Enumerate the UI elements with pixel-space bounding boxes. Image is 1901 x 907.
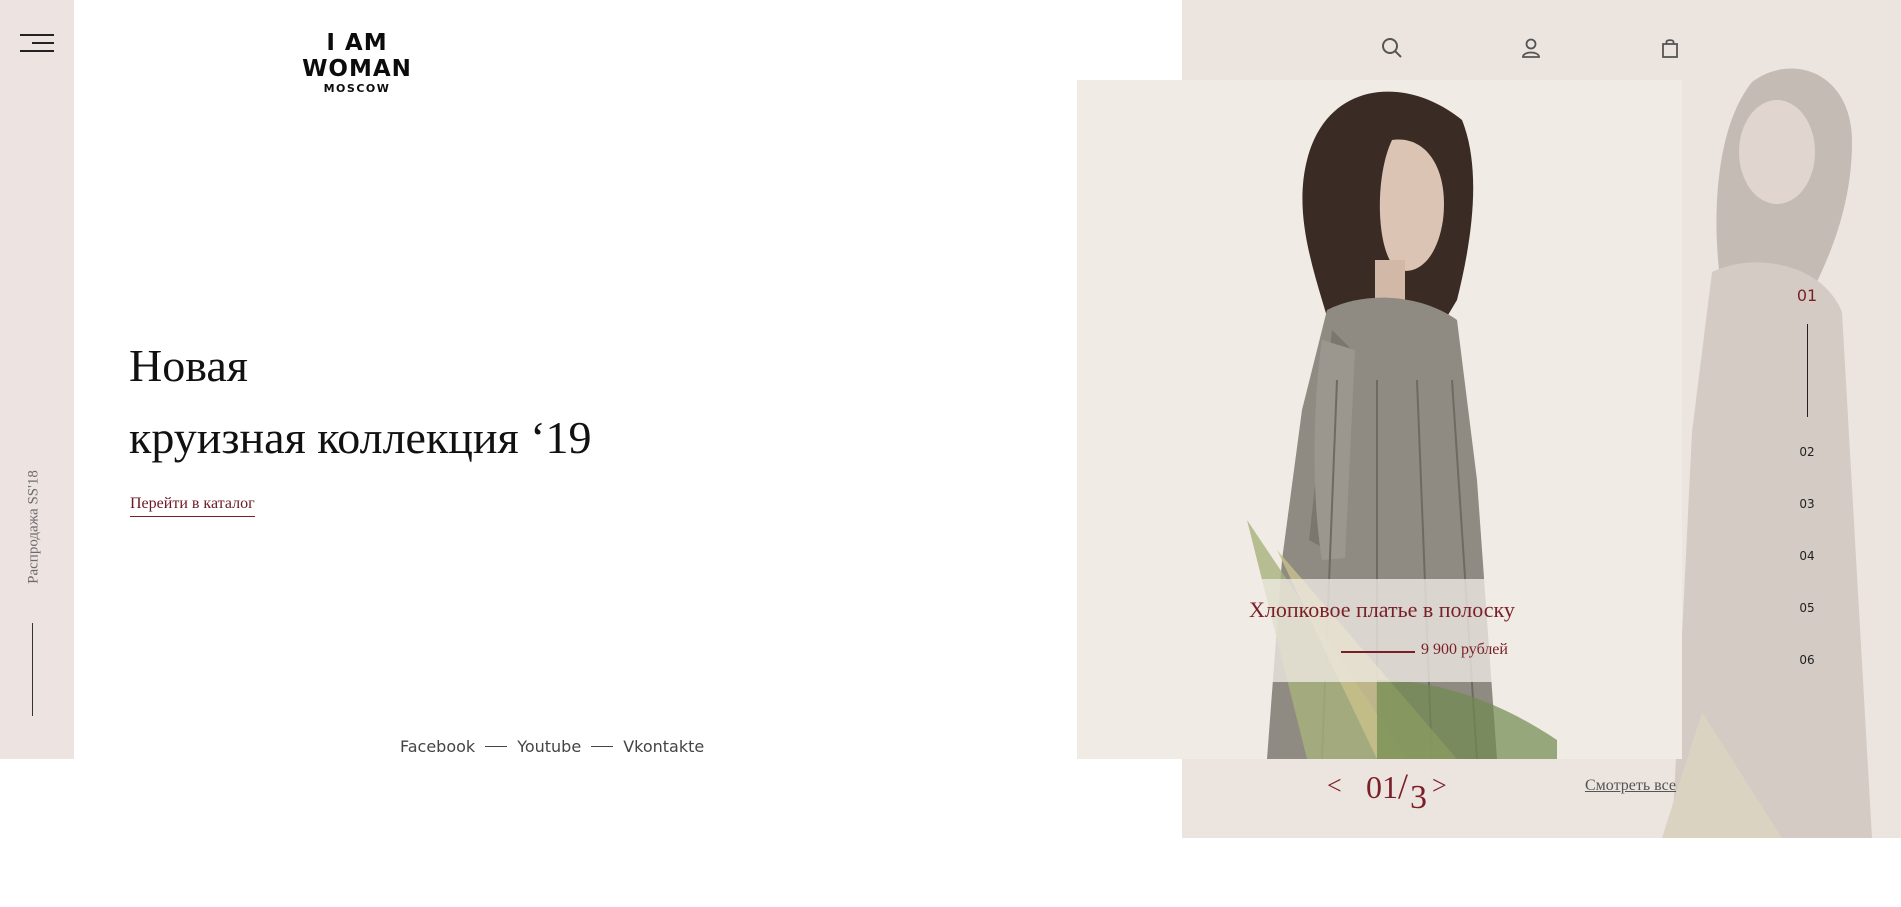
hero-title-line-1: Новая [129, 340, 248, 391]
logo-name: I AM WOMAN [302, 30, 412, 82]
pager-item-02[interactable]: 02 [1792, 445, 1822, 459]
product-caption: Хлопковое платье в полоску 9 900 рублей [1197, 579, 1567, 682]
product-price: 9 900 рублей [1421, 641, 1508, 658]
bag-icon[interactable] [1658, 36, 1682, 60]
prev-arrow-icon[interactable]: < [1327, 771, 1342, 801]
pager-item-05[interactable]: 05 [1792, 601, 1822, 615]
pager-item-06[interactable]: 06 [1792, 653, 1822, 667]
next-arrow-icon[interactable]: > [1432, 771, 1447, 801]
pager-item-04[interactable]: 04 [1792, 549, 1822, 563]
menu-icon[interactable] [20, 33, 54, 52]
logo[interactable]: I AM WOMAN MOSCOW [278, 30, 436, 96]
catalog-link[interactable]: Перейти в каталог [130, 495, 255, 517]
view-all-link[interactable]: Смотреть все [1585, 777, 1676, 795]
divider [485, 746, 508, 747]
pager-item-03[interactable]: 03 [1792, 497, 1822, 511]
sidebar-divider [32, 623, 33, 716]
hero-title-line-2: круизная коллекция ‘19 [129, 412, 592, 463]
price-divider [1341, 651, 1415, 653]
divider [591, 746, 614, 747]
product-title[interactable]: Хлопковое платье в полоску [1197, 597, 1567, 623]
sale-link[interactable]: Распродажа SS'18 [26, 470, 43, 584]
slide-current: 01 [1366, 769, 1398, 805]
logo-city: MOSCOW [323, 82, 391, 95]
youtube-link[interactable]: Youtube [517, 737, 581, 756]
search-icon[interactable] [1380, 36, 1404, 60]
pager-item-01[interactable]: 01 [1792, 286, 1822, 305]
social-links: Facebook Youtube Vkontakte [400, 737, 704, 756]
sidebar: Распродажа SS'18 [0, 0, 74, 759]
slide-separator: / [1398, 766, 1409, 806]
pager-active-bar [1807, 324, 1808, 417]
slide-total: 3 [1410, 779, 1427, 816]
user-icon[interactable] [1519, 36, 1543, 60]
vkontakte-link[interactable]: Vkontakte [623, 737, 704, 756]
facebook-link[interactable]: Facebook [400, 737, 475, 756]
hero-title: Новая круизная коллекция ‘19 [129, 330, 592, 474]
